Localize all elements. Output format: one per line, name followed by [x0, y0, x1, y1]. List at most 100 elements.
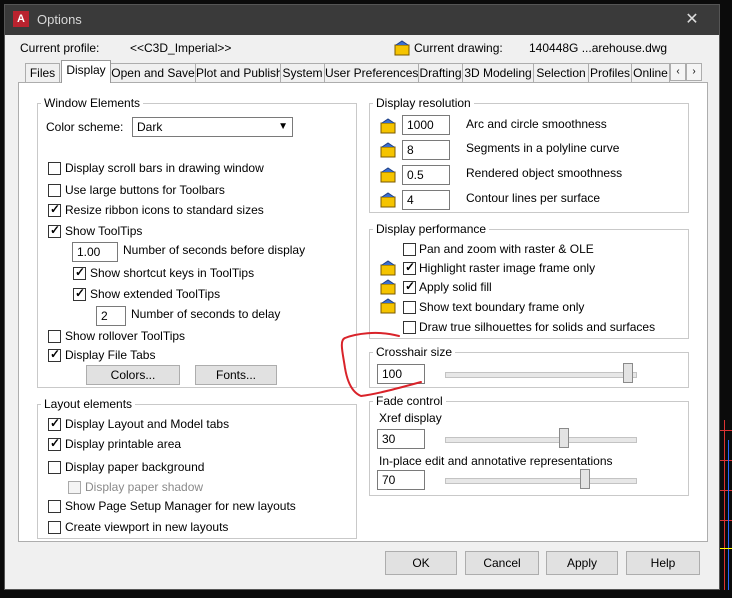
paper-shadow-label: Display paper shadow: [85, 480, 204, 494]
check-icon: ✓: [50, 347, 61, 361]
display-performance-title: Display performance: [373, 222, 490, 236]
check-icon: ✓: [50, 202, 61, 216]
crosshair-slider-thumb[interactable]: [623, 363, 633, 383]
pan-zoom-checkbox[interactable]: [403, 243, 416, 256]
cad-drawing-background: [718, 0, 732, 598]
options-dialog: A Options ✕ Current profile: <<C3D_Imper…: [4, 4, 720, 590]
tab-drafting[interactable]: Drafting: [418, 63, 463, 82]
window-elements-title: Window Elements: [41, 96, 144, 110]
current-profile-label: Current profile:: [20, 41, 100, 55]
solid-fill-checkbox[interactable]: ✓: [403, 279, 416, 294]
check-icon: ✓: [50, 223, 61, 237]
silhouettes-label: Draw true silhouettes for solids and sur…: [419, 320, 656, 334]
extended-tooltips-checkbox[interactable]: ✓: [73, 286, 86, 301]
xref-slider-track[interactable]: [445, 437, 637, 443]
tab-scroll-left-icon[interactable]: ‹: [670, 63, 686, 81]
color-scheme-value: Dark: [137, 120, 163, 134]
tab-files[interactable]: Files: [25, 63, 60, 82]
contour-lines-input[interactable]: 4: [402, 190, 450, 210]
check-icon: ✓: [405, 279, 416, 293]
cancel-button[interactable]: Cancel: [465, 551, 539, 575]
ok-button[interactable]: OK: [385, 551, 457, 575]
current-profile-value: <<C3D_Imperial>>: [130, 41, 232, 55]
rendered-smoothness-input[interactable]: 0.5: [402, 165, 450, 185]
chevron-down-icon: ▼: [278, 121, 288, 132]
tab-selection[interactable]: Selection: [533, 63, 589, 82]
drawing-setting-icon: [380, 118, 396, 134]
shortcut-keys-label: Show shortcut keys in ToolTips: [90, 266, 255, 280]
fonts-button[interactable]: Fonts...: [195, 365, 277, 385]
layout-model-tabs-checkbox[interactable]: ✓: [48, 416, 61, 431]
printable-area-checkbox[interactable]: ✓: [48, 436, 61, 451]
tab-plot-and-publish[interactable]: Plot and Publish: [195, 63, 283, 82]
drawing-setting-icon: [380, 167, 396, 183]
color-scheme-select[interactable]: Dark ▼: [132, 117, 293, 137]
shortcut-keys-checkbox[interactable]: ✓: [73, 265, 86, 280]
highlight-raster-label: Highlight raster image frame only: [419, 261, 596, 275]
inplace-edit-input[interactable]: 70: [377, 470, 425, 490]
red-annotation-mark: [340, 331, 422, 398]
tab-profiles[interactable]: Profiles: [588, 63, 632, 82]
inplace-slider-track[interactable]: [445, 478, 637, 484]
arc-smoothness-input[interactable]: 1000: [402, 115, 450, 135]
printable-area-label: Display printable area: [65, 437, 182, 451]
inplace-slider-thumb[interactable]: [580, 469, 591, 489]
check-icon: ✓: [50, 436, 61, 450]
tab-display[interactable]: Display: [61, 60, 111, 83]
extended-delay-label: Number of seconds to delay: [131, 307, 281, 321]
title-bar: A Options ✕: [5, 5, 719, 35]
tab-user-preferences[interactable]: User Preferences: [324, 63, 419, 82]
paper-shadow-checkbox[interactable]: [68, 481, 81, 494]
drawing-setting-icon: [380, 260, 396, 276]
page-setup-checkbox[interactable]: [48, 500, 61, 513]
paper-background-checkbox[interactable]: [48, 461, 61, 474]
tab-scroll-right-icon[interactable]: ›: [686, 63, 702, 81]
polyline-segments-input[interactable]: 8: [402, 140, 450, 160]
xref-display-label: Xref display: [379, 411, 442, 425]
current-drawing-label: Current drawing:: [414, 41, 503, 55]
rollover-tooltips-label: Show rollover ToolTips: [65, 329, 186, 343]
polyline-segments-label: Segments in a polyline curve: [466, 141, 620, 155]
window-title: Options: [37, 12, 82, 27]
tooltip-delay-label: Number of seconds before display: [123, 243, 306, 257]
xref-display-input[interactable]: 30: [377, 429, 425, 449]
check-icon: ✓: [50, 416, 61, 430]
extended-tooltips-label: Show extended ToolTips: [90, 287, 221, 301]
display-tab-panel: Window Elements Color scheme: Dark ▼ Dis…: [18, 82, 708, 542]
xref-slider-thumb[interactable]: [558, 428, 569, 448]
close-icon[interactable]: ✕: [681, 10, 703, 30]
tab-open-and-save[interactable]: Open and Save: [110, 63, 196, 82]
show-tooltips-label: Show ToolTips: [65, 224, 143, 238]
file-tabs-label: Display File Tabs: [65, 348, 156, 362]
help-button[interactable]: Help: [626, 551, 700, 575]
pan-zoom-label: Pan and zoom with raster & OLE: [419, 242, 594, 256]
contour-lines-label: Contour lines per surface: [466, 191, 601, 205]
drawing-setting-icon: [380, 279, 396, 295]
scroll-bars-checkbox[interactable]: [48, 162, 61, 175]
large-buttons-checkbox[interactable]: [48, 184, 61, 197]
rendered-smoothness-label: Rendered object smoothness: [466, 166, 623, 180]
arc-smoothness-label: Arc and circle smoothness: [466, 117, 607, 131]
drawing-setting-icon: [380, 192, 396, 208]
rollover-tooltips-checkbox[interactable]: [48, 330, 61, 343]
colors-button[interactable]: Colors...: [86, 365, 180, 385]
layout-elements-title: Layout elements: [41, 397, 136, 411]
create-viewport-checkbox[interactable]: [48, 521, 61, 534]
resize-ribbon-checkbox[interactable]: ✓: [48, 202, 61, 217]
show-tooltips-checkbox[interactable]: ✓: [48, 223, 61, 238]
resize-ribbon-label: Resize ribbon icons to standard sizes: [65, 203, 264, 217]
highlight-raster-checkbox[interactable]: ✓: [403, 260, 416, 275]
tab-3d-modeling[interactable]: 3D Modeling: [462, 63, 534, 82]
extended-delay-input[interactable]: 2: [96, 306, 126, 326]
check-icon: ✓: [75, 265, 86, 279]
tab-online[interactable]: Online: [631, 63, 670, 82]
file-tabs-checkbox[interactable]: ✓: [48, 347, 61, 362]
check-icon: ✓: [405, 260, 416, 274]
create-viewport-label: Create viewport in new layouts: [65, 520, 229, 534]
text-boundary-checkbox[interactable]: [403, 301, 416, 314]
display-resolution-title: Display resolution: [373, 96, 474, 110]
apply-button[interactable]: Apply: [546, 551, 618, 575]
crosshair-slider-track[interactable]: [445, 372, 637, 378]
tooltip-delay-input[interactable]: 1.00: [72, 242, 118, 262]
tab-system[interactable]: System: [280, 63, 325, 82]
